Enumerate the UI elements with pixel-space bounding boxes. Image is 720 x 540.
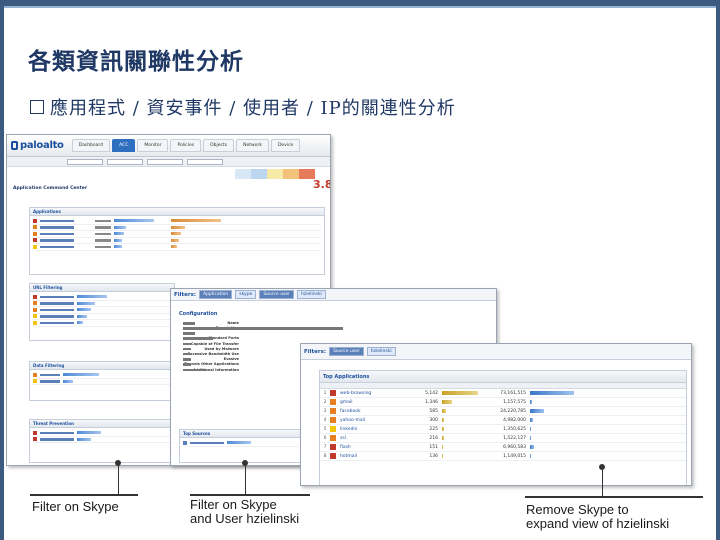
tab-objects[interactable]: Objects: [203, 139, 235, 152]
tab-device[interactable]: Device: [270, 139, 301, 152]
callout-underline-2: [190, 494, 310, 496]
callout-underline-3: [525, 496, 703, 498]
top-select[interactable]: [187, 158, 223, 165]
config-row: Description: [183, 326, 496, 330]
threat-prevention-panel: Threat Prevention: [29, 419, 175, 463]
top-applications-panel: Top Applications 1 web-browsing 5,142 73,16…: [319, 370, 687, 485]
slide-left-bar: [0, 0, 4, 540]
acc-filter-bar: [7, 157, 330, 167]
user-detail-screenshot: Filters: Source user hzielinski Top Appl…: [300, 343, 692, 486]
data-filtering-panel-title: Data Filtering: [30, 362, 174, 370]
tab-network[interactable]: Network: [236, 139, 269, 152]
url-filtering-panel: URL Filtering: [29, 283, 175, 341]
top-sources-panel: Top Sources: [179, 429, 303, 463]
bullet-row: 應用程式 / 資安事件 / 使用者 / IP的關連性分析: [30, 94, 456, 120]
table-row[interactable]: 6 ssl 216 1,522,127: [320, 434, 686, 443]
tab-policies[interactable]: Policies: [170, 139, 202, 152]
table-row[interactable]: 3 facebook 585 24,220,785: [320, 407, 686, 416]
sort-select[interactable]: [147, 158, 183, 165]
tab-acc[interactable]: ACC: [112, 139, 136, 152]
filter-chip-value[interactable]: hzielinski: [366, 347, 396, 356]
caption-filter-skype-user: Filter on Skype and User hzielinski: [190, 497, 300, 526]
risk-value: 3.8: [313, 178, 331, 191]
applications-panel: Applications: [29, 207, 325, 275]
checkbox-bullet-icon: [30, 100, 44, 114]
top-applications-title: Top Applications: [320, 371, 686, 383]
callout-line-1: [118, 466, 119, 494]
table-row[interactable]: 4 yahoo-mail 300 4,982,000: [320, 416, 686, 425]
caption-remove-skype: Remove Skype to expand view of hzielinsk…: [526, 502, 670, 531]
callout-underline-1: [30, 494, 138, 496]
filter-chip-key[interactable]: Source user: [329, 347, 364, 356]
pa-header: paloalto Dashboard ACC Monitor Policies …: [7, 135, 330, 157]
table-row[interactable]: 2 gmail 1,346 1,157,575: [320, 398, 686, 407]
vsys-select[interactable]: [67, 158, 103, 165]
filter-chip-key[interactable]: Source user: [259, 290, 295, 299]
top-sources-title: Top Sources: [180, 430, 302, 438]
caption-filter-skype: Filter on Skype: [32, 499, 119, 514]
config-row: Standard Ports: [183, 336, 496, 340]
filter-chip-value[interactable]: hzielinski: [297, 290, 326, 299]
config-row: Name: [183, 321, 496, 325]
url-filtering-panel-title: URL Filtering: [30, 284, 174, 292]
configuration-title: Configuration: [179, 311, 218, 317]
risk-meter: [235, 169, 315, 179]
tab-dashboard[interactable]: Dashboard: [71, 139, 111, 152]
table-row[interactable]: 1 web-browsing 5,142 73,161,515: [320, 389, 686, 398]
callout-line-3: [602, 470, 603, 496]
table-row[interactable]: 7 flash 151 6,960,583: [320, 443, 686, 452]
table-row[interactable]: 8 hotmail 136 1,149,015: [320, 452, 686, 461]
filters-bar: Filters: Application skype Source user h…: [171, 289, 496, 301]
slide-title: 各類資訊關聯性分析: [28, 48, 244, 75]
slide-top-accent: [0, 6, 720, 8]
data-filtering-panel: Data Filtering: [29, 361, 175, 401]
paloalto-logo: paloalto: [11, 140, 64, 151]
table-row[interactable]: 5 linkedin 225 1,350,625: [320, 425, 686, 434]
applications-panel-title: Applications: [30, 208, 324, 216]
filters-label: Filters:: [174, 291, 197, 298]
threat-prevention-panel-title: Threat Prevention: [30, 420, 174, 428]
tab-monitor[interactable]: Monitor: [137, 139, 169, 152]
filters-label: Filters:: [304, 348, 327, 355]
filter-chip-value[interactable]: skype: [235, 290, 257, 299]
list-item[interactable]: [33, 244, 321, 251]
slide-right-bar: [716, 0, 720, 540]
bullet-text: 應用程式 / 資安事件 / 使用者 / IP的關連性分析: [50, 98, 456, 119]
paloalto-logo-icon: [11, 140, 18, 150]
time-select[interactable]: [107, 158, 143, 165]
acc-section-label: Application Command Center: [13, 186, 88, 191]
filter-chip-key[interactable]: Application: [199, 290, 233, 299]
callout-line-2: [245, 466, 246, 494]
filters-bar: Filters: Source user hzielinski: [301, 344, 691, 360]
